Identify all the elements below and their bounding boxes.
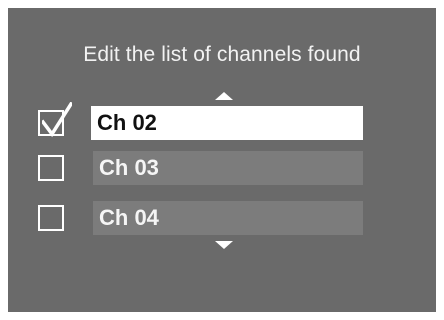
scroll-down-icon[interactable] [215, 241, 233, 249]
channel-checkbox[interactable] [38, 102, 72, 138]
checkmark-icon [42, 102, 72, 138]
list-item[interactable]: Ch 03 [8, 151, 436, 185]
list-item[interactable]: Ch 02 [8, 102, 436, 140]
page-title: Edit the list of channels found [83, 43, 361, 66]
scroll-up-icon[interactable] [215, 92, 233, 100]
channel-field[interactable]: Ch 03 [93, 151, 363, 185]
list-item[interactable]: Ch 04 [8, 201, 436, 235]
channel-field[interactable]: Ch 04 [93, 201, 363, 235]
channel-checkbox[interactable] [38, 155, 64, 181]
channel-field[interactable]: Ch 02 [91, 106, 363, 140]
channel-checkbox[interactable] [38, 205, 64, 231]
channel-edit-screen: Edit the list of channels found Ch 02 Ch… [8, 8, 436, 312]
